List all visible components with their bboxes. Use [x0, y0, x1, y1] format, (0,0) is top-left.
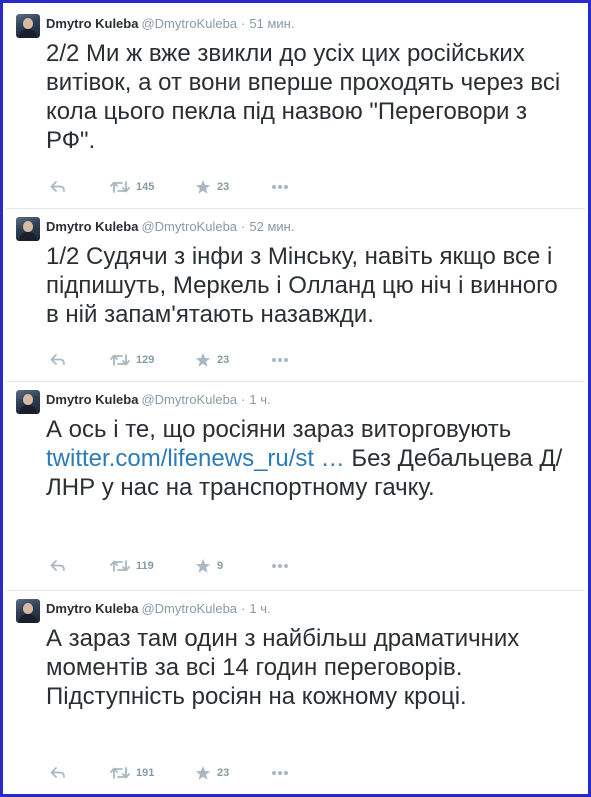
- tweet-text: 1/2 Судячи з інфи з Мінську, навіть якщо…: [46, 242, 566, 329]
- retweet-icon: [110, 560, 130, 572]
- tweet-text-body: 2/2 Ми ж вже звикли до усіх цих російськ…: [46, 40, 561, 154]
- tweet-text-body: 1/2 Судячи з інфи з Мінську, навіть якщо…: [46, 243, 558, 328]
- retweet-icon: [110, 181, 130, 193]
- reply-icon: [50, 767, 65, 778]
- tweet-actions: 145 23: [50, 177, 290, 197]
- tweet[interactable]: Dmytro Kuleba @DmytroKuleba · 1 ч. А зараз …: [6, 591, 585, 794]
- more-icon: [272, 185, 288, 189]
- timestamp[interactable]: 1 ч.: [249, 392, 270, 407]
- tweet[interactable]: Dmytro Kuleba @DmytroKuleba · 51 мин. 2/2 М…: [6, 6, 585, 209]
- retweet-button[interactable]: 129: [110, 350, 154, 370]
- favorite-button[interactable]: 23: [195, 763, 229, 783]
- tweet-text: 2/2 Ми ж вже звикли до усіх цих російськ…: [46, 39, 566, 155]
- reply-icon: [50, 560, 65, 571]
- tweet-timeline: Dmytro Kuleba @DmytroKuleba · 51 мин. 2/2 М…: [0, 0, 591, 797]
- author-name[interactable]: Dmytro Kuleba: [46, 392, 138, 407]
- tweet-actions: 129 23: [50, 350, 290, 370]
- tweet-text: А ось і те, що росіяни зараз виторговуют…: [46, 415, 566, 502]
- separator: ·: [241, 392, 246, 407]
- separator: ·: [241, 601, 246, 616]
- favorite-count: 9: [217, 560, 224, 572]
- star-icon: [195, 180, 211, 194]
- tweet[interactable]: Dmytro Kuleba @DmytroKuleba · 1 ч. А ось і …: [6, 382, 585, 591]
- more-icon: [272, 358, 288, 362]
- tweet-actions: 191 23: [50, 763, 290, 783]
- separator: ·: [241, 16, 246, 31]
- more-icon: [272, 564, 288, 568]
- reply-button[interactable]: [50, 556, 66, 576]
- favorite-count: 23: [217, 354, 230, 366]
- favorite-count: 23: [217, 767, 230, 779]
- author-handle[interactable]: @DmytroKuleba: [141, 601, 237, 616]
- more-button[interactable]: [271, 763, 289, 783]
- retweet-count: 119: [136, 560, 154, 572]
- star-icon: [195, 559, 211, 573]
- retweet-icon: [110, 767, 130, 779]
- author-name[interactable]: Dmytro Kuleba: [46, 219, 138, 234]
- avatar[interactable]: [16, 390, 40, 414]
- author-handle[interactable]: @DmytroKuleba: [141, 16, 237, 31]
- tweet[interactable]: Dmytro Kuleba @DmytroKuleba · 52 мин. 1/2 С…: [6, 209, 585, 382]
- favorite-button[interactable]: 23: [195, 350, 229, 370]
- retweet-button[interactable]: 191: [110, 763, 154, 783]
- separator: ·: [241, 219, 246, 234]
- favorite-button[interactable]: 23: [195, 177, 229, 197]
- reply-button[interactable]: [50, 763, 66, 783]
- tweet-header: Dmytro Kuleba @DmytroKuleba · 1 ч.: [46, 391, 271, 409]
- retweet-count: 129: [136, 354, 155, 366]
- retweet-button[interactable]: 119: [110, 556, 154, 576]
- retweet-button[interactable]: 145: [110, 177, 154, 197]
- retweet-icon: [110, 354, 130, 366]
- author-handle[interactable]: @DmytroKuleba: [141, 219, 237, 234]
- tweet-header: Dmytro Kuleba @DmytroKuleba · 52 мин.: [46, 218, 294, 236]
- reply-icon: [50, 181, 65, 192]
- more-button[interactable]: [271, 556, 289, 576]
- reply-button[interactable]: [50, 350, 66, 370]
- avatar[interactable]: [16, 599, 40, 623]
- tweet-link[interactable]: twitter.com/lifenews_ru/st …: [46, 445, 345, 472]
- avatar[interactable]: [16, 217, 40, 241]
- reply-icon: [50, 354, 65, 365]
- tweet-text: А зараз там один з найбільш драматичних …: [46, 624, 566, 711]
- tweet-header: Dmytro Kuleba @DmytroKuleba · 51 мин.: [46, 15, 294, 33]
- star-icon: [195, 353, 211, 367]
- tweet-header: Dmytro Kuleba @DmytroKuleba · 1 ч.: [46, 600, 271, 618]
- author-handle[interactable]: @DmytroKuleba: [141, 392, 237, 407]
- star-icon: [195, 766, 211, 780]
- reply-button[interactable]: [50, 177, 66, 197]
- retweet-count: 191: [136, 767, 155, 779]
- timestamp[interactable]: 52 мин.: [249, 219, 294, 234]
- author-name[interactable]: Dmytro Kuleba: [46, 601, 138, 616]
- favorite-button[interactable]: 9: [195, 556, 223, 576]
- timestamp[interactable]: 51 мин.: [249, 16, 294, 31]
- timestamp[interactable]: 1 ч.: [249, 601, 270, 616]
- tweet-text-body: А ось і те, що росіяни зараз виторговуют…: [46, 416, 512, 443]
- tweet-text-body: А зараз там один з найбільш драматичних …: [46, 625, 520, 710]
- more-button[interactable]: [271, 177, 289, 197]
- tweet-actions: 119 9: [50, 556, 290, 576]
- retweet-count: 145: [136, 181, 155, 193]
- author-name[interactable]: Dmytro Kuleba: [46, 16, 138, 31]
- favorite-count: 23: [217, 181, 230, 193]
- more-icon: [272, 771, 288, 775]
- avatar[interactable]: [16, 14, 40, 38]
- more-button[interactable]: [271, 350, 289, 370]
